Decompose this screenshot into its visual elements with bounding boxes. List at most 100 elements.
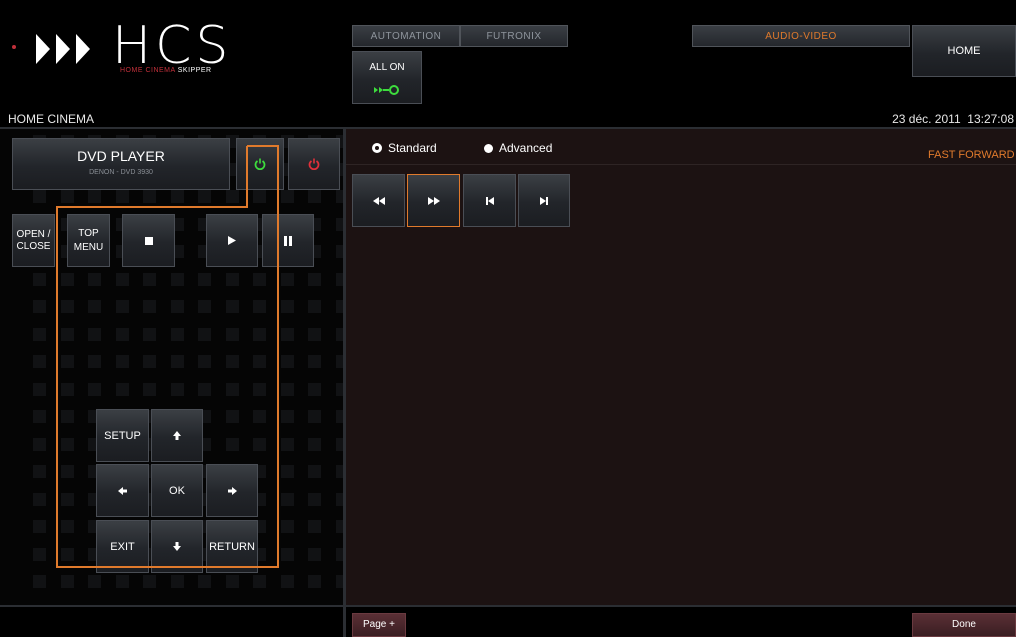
grid-cell — [88, 190, 101, 203]
grid-cell — [60, 327, 74, 341]
done-button[interactable]: Done — [912, 613, 1016, 637]
grid-cell — [308, 272, 321, 286]
grid-cell — [33, 190, 46, 203]
page-plus-button[interactable]: Page + — [352, 613, 406, 637]
grid-cell — [115, 272, 129, 286]
power-icon — [254, 158, 266, 170]
grid-cell — [308, 300, 321, 313]
grid-cell — [60, 272, 74, 286]
grid-cell — [308, 547, 321, 561]
grid-cell — [170, 190, 184, 203]
grid-cell — [198, 382, 211, 396]
footer-divider — [0, 605, 1016, 607]
grid-cell — [308, 575, 321, 588]
open-close-label: OPEN / CLOSE — [16, 228, 51, 252]
logo-tagline-colored: HOME CINEMA — [120, 67, 176, 74]
power-off-button[interactable] — [288, 138, 340, 190]
skip-previous-button[interactable] — [463, 174, 516, 227]
nav-home-button[interactable]: HOME — [912, 25, 1016, 77]
grid-cell — [253, 410, 266, 423]
nav-automation-button[interactable]: AUTOMATION — [352, 25, 460, 47]
grid-cell — [143, 575, 156, 588]
play-icon — [228, 236, 236, 245]
pause-button[interactable] — [262, 214, 314, 267]
grid-cell — [225, 190, 239, 203]
grid-cell — [115, 575, 129, 588]
down-button[interactable] — [151, 520, 203, 573]
return-button[interactable]: RETURN — [206, 520, 258, 573]
nav-audio-video-button[interactable]: AUDIO-VIDEO — [692, 25, 910, 47]
grid-cell — [253, 327, 266, 341]
grid-cell — [33, 272, 46, 286]
radio-unselected-dot — [484, 143, 493, 153]
grid-cell — [143, 272, 156, 286]
grid-cell — [115, 300, 129, 313]
left-button[interactable] — [96, 464, 149, 517]
grid-cell — [198, 190, 211, 203]
grid-cell — [308, 190, 321, 203]
grid-cell — [33, 437, 46, 451]
rewind-button[interactable] — [352, 174, 405, 227]
radio-selected-dot — [372, 143, 382, 153]
grid-cell — [33, 575, 46, 588]
grid-cell — [33, 355, 46, 368]
grid-cell — [308, 520, 321, 533]
radio-advanced[interactable]: Advanced — [484, 141, 552, 155]
pause-icon — [284, 235, 292, 246]
exit-button[interactable]: EXIT — [96, 520, 149, 573]
arrow-right-icon — [227, 486, 237, 495]
grid-cell — [198, 272, 211, 286]
right-button[interactable] — [206, 464, 258, 517]
grid-cell — [198, 327, 211, 341]
power-icon — [308, 158, 320, 170]
grid-cell — [88, 355, 101, 368]
grid-cell — [308, 492, 321, 506]
play-button[interactable] — [206, 214, 258, 267]
grid-cell — [60, 382, 74, 396]
grid-cell — [280, 190, 294, 203]
grid-cell — [33, 465, 46, 478]
grid-cell — [225, 437, 239, 451]
fast-forward-button[interactable] — [407, 174, 460, 227]
skip-next-icon — [540, 196, 548, 205]
arrow-down-icon — [173, 542, 181, 551]
grid-cell — [198, 575, 211, 588]
grid-cell — [60, 437, 74, 451]
power-on-button[interactable] — [236, 138, 284, 190]
stop-button[interactable] — [122, 214, 175, 267]
grid-cell — [143, 300, 156, 313]
grid-cell — [33, 410, 46, 423]
grid-cell — [143, 327, 156, 341]
grid-cell — [88, 327, 101, 341]
grid-cell — [253, 382, 266, 396]
radio-standard[interactable]: Standard — [372, 141, 437, 155]
grid-cell — [253, 190, 266, 203]
all-on-button[interactable]: ALL ON — [352, 51, 422, 104]
grid-cell — [225, 382, 239, 396]
grid-cell — [60, 465, 74, 478]
top-menu-button[interactable]: TOP MENU — [67, 214, 110, 267]
grid-cell — [253, 300, 266, 313]
grid-cell — [225, 355, 239, 368]
grid-cell — [280, 410, 294, 423]
grid-cell — [280, 355, 294, 368]
skip-next-button[interactable] — [518, 174, 570, 227]
open-close-button[interactable]: OPEN / CLOSE — [12, 214, 55, 267]
grid-cell — [88, 272, 101, 286]
grid-cell — [280, 575, 294, 588]
device-select-button[interactable]: DVD PLAYER DENON - DVD 3930 — [12, 138, 230, 190]
datetime: 23 déc. 2011 13:27:08 — [892, 112, 1014, 126]
grid-cell — [280, 547, 294, 561]
grid-cell — [88, 300, 101, 313]
setup-button[interactable]: SETUP — [96, 409, 149, 462]
nav-futronix-button[interactable]: FUTRONIX — [460, 25, 568, 47]
grid-cell — [170, 355, 184, 368]
skip-previous-icon — [485, 196, 494, 205]
top-menu-label: TOP MENU — [73, 227, 104, 253]
grid-cell — [60, 492, 74, 506]
grid-cell — [33, 520, 46, 533]
ok-button[interactable]: OK — [151, 464, 203, 517]
grid-cell — [308, 410, 321, 423]
up-button[interactable] — [151, 409, 203, 462]
grid-cell — [253, 575, 266, 588]
